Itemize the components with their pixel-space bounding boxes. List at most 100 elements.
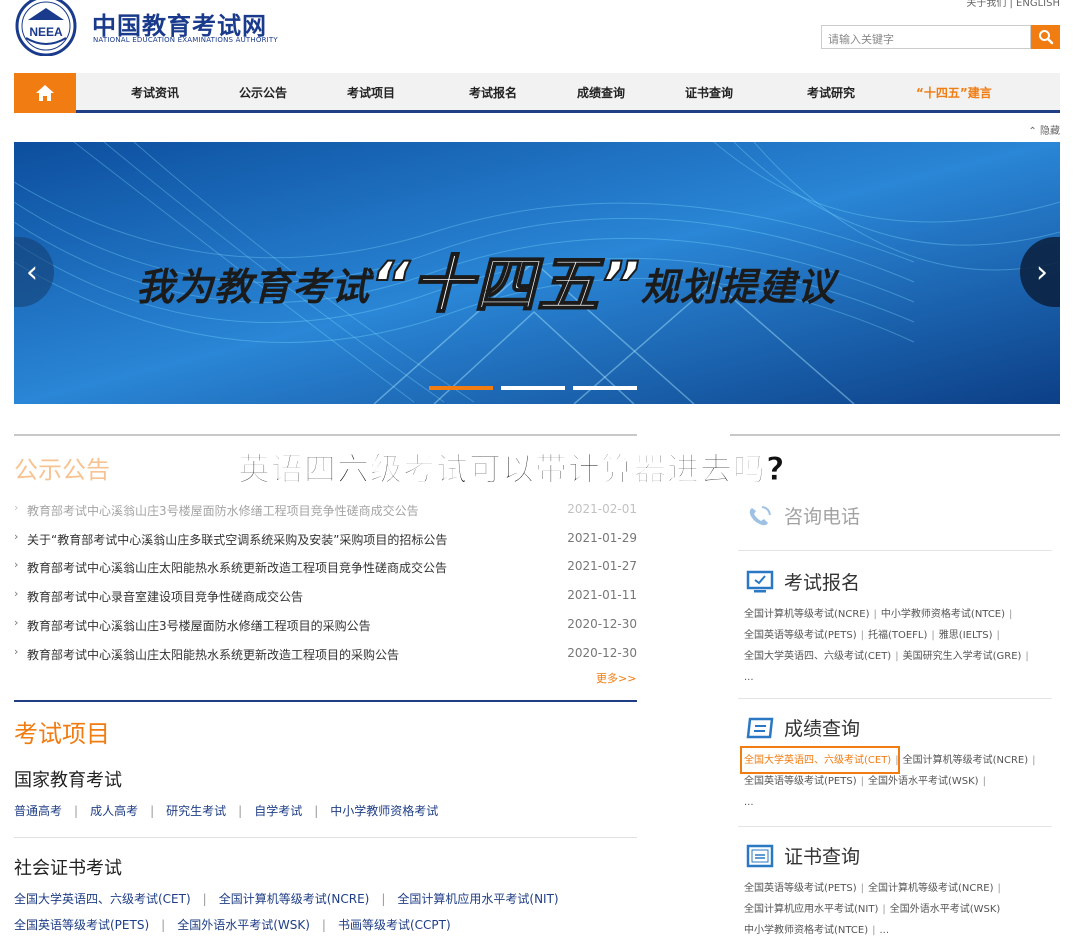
- cert-link-wsk[interactable]: 全国外语水平考试(WSK): [890, 904, 1001, 915]
- link-ccpt[interactable]: 书画等级考试(CCPT): [338, 918, 451, 932]
- cert-ellipsis[interactable]: ...: [879, 925, 889, 936]
- score-ellipsis[interactable]: ...: [744, 792, 1054, 813]
- score-link-cet[interactable]: 全国大学英语四、六级考试(CET): [744, 755, 891, 766]
- nav-item-notices[interactable]: 公示公告: [239, 73, 287, 113]
- reg-link-gre[interactable]: 美国研究生入学考试(GRE): [903, 651, 1022, 662]
- chevron-right-icon: ›: [1036, 254, 1048, 290]
- register-section-title[interactable]: 考试报名: [746, 568, 860, 595]
- link-ncre[interactable]: 全国计算机等级考试(NCRE): [219, 892, 370, 906]
- social-exams-links-row1: 全国大学英语四、六级考试(CET) | 全国计算机等级考试(NCRE) | 全国计算机应…: [14, 892, 559, 906]
- banner-text-after: 规划提建议: [640, 265, 836, 309]
- cert-link-ncre[interactable]: 全国计算机等级考试(NCRE): [868, 883, 994, 894]
- score-title: 成绩查询: [784, 718, 861, 740]
- link-teacher-cert-exam[interactable]: 中小学教师资格考试: [330, 804, 438, 818]
- hide-banner-toggle[interactable]: ⌃ 隐藏: [1028, 122, 1060, 137]
- cert-section-title[interactable]: 证书查询: [746, 842, 860, 869]
- notice-date: 2020-12-30: [567, 617, 637, 631]
- chevron-up-icon: ⌃: [1028, 126, 1037, 137]
- reg-link-pets[interactable]: 全国英语等级考试(PETS): [744, 630, 857, 641]
- right-divider: [738, 550, 1052, 551]
- nav-item-exam-projects[interactable]: 考试项目: [347, 73, 395, 113]
- overlay-question-heading: 英语四六级考试可以带计算器进去吗?: [238, 450, 786, 489]
- reg-link-ntce[interactable]: 中小学教师资格考试(NTCE): [881, 609, 1005, 620]
- nav-home-button[interactable]: [14, 73, 76, 113]
- notices-more-link[interactable]: 更多>>: [596, 670, 636, 686]
- banner-text-big: “十四五”: [369, 247, 641, 322]
- phone-title: 咨询电话: [784, 506, 861, 528]
- cert-links: 全国英语等级考试(PETS) | 全国计算机等级考试(NCRE) | 全国计算机应用水…: [744, 883, 1001, 936]
- document-icon: [746, 717, 774, 738]
- link-nit[interactable]: 全国计算机应用水平考试(NIT): [397, 892, 558, 906]
- banner-dot-3[interactable]: [573, 386, 637, 390]
- nav-item-exam-research[interactable]: 考试研究: [807, 73, 855, 113]
- link-pets[interactable]: 全国英语等级考试(PETS): [14, 918, 149, 932]
- social-exams-links-row2: 全国英语等级考试(PETS) | 全国外语水平考试(WSK) | 书画等级考试(CCPT…: [14, 918, 451, 932]
- exams-title[interactable]: 考试项目: [14, 714, 110, 749]
- chevron-right-icon: ›: [14, 501, 19, 514]
- monitor-icon: [746, 570, 774, 592]
- notice-item[interactable]: › 教育部考试中心录音室建设项目竞争性磋商成交公告 2021-01-11: [14, 586, 637, 606]
- link-adult-exam[interactable]: 成人高考: [90, 804, 138, 818]
- nav-item-registration[interactable]: 考试报名: [469, 73, 517, 113]
- link-wsk[interactable]: 全国外语水平考试(WSK): [177, 918, 310, 932]
- banner-dot-2[interactable]: [501, 386, 565, 390]
- reg-ellipsis[interactable]: ...: [744, 667, 1054, 688]
- exams-sub-divider: [14, 837, 637, 838]
- cert-link-ntce[interactable]: 中小学教师资格考试(NTCE): [744, 925, 868, 936]
- cert-link-pets[interactable]: 全国英语等级考试(PETS): [744, 883, 857, 894]
- notice-text[interactable]: 教育部考试中心溪翁山庄太阳能热水系统更新改造工程项目的采购公告: [27, 646, 399, 663]
- notice-date: 2021-02-01: [567, 502, 637, 516]
- reg-link-cet[interactable]: 全国大学英语四、六级考试(CET): [744, 651, 891, 662]
- link-postgrad-exam[interactable]: 研究生考试: [166, 804, 226, 818]
- notice-text[interactable]: 教育部考试中心录音室建设项目竞争性磋商成交公告: [27, 588, 303, 605]
- reg-link-ncre[interactable]: 全国计算机等级考试(NCRE): [744, 609, 870, 620]
- notice-item[interactable]: › 教育部考试中心溪翁山庄太阳能热水系统更新改造工程项目竞争性磋商成交公告 20…: [14, 557, 637, 577]
- score-links: 全国大学英语四、六级考试(CET) | 全国计算机等级考试(NCRE) | 全国英语等…: [744, 750, 1054, 813]
- notice-date: 2020-12-30: [567, 646, 637, 660]
- hero-banner[interactable]: 我为教育考试“十四五”规划提建议 ‹ ›: [14, 142, 1060, 404]
- reg-link-toefl[interactable]: 托福(TOEFL): [868, 630, 927, 641]
- neea-emblem-icon[interactable]: NEEA: [14, 0, 78, 56]
- notice-item[interactable]: › 教育部考试中心溪翁山庄3号楼屋面防水修缮工程项目的采购公告 2020-12-…: [14, 615, 637, 635]
- score-link-pets[interactable]: 全国英语等级考试(PETS): [744, 776, 857, 787]
- right-top-divider: [730, 434, 1060, 436]
- emblem-text: NEEA: [29, 25, 63, 39]
- notice-item[interactable]: › 教育部考试中心溪翁山庄太阳能热水系统更新改造工程项目的采购公告 2020-1…: [14, 644, 637, 664]
- score-link-ncre[interactable]: 全国计算机等级考试(NCRE): [903, 755, 1029, 766]
- chevron-right-icon: ›: [14, 616, 19, 629]
- nav-item-score-query[interactable]: 成绩查询: [577, 73, 625, 113]
- score-link-wsk[interactable]: 全国外语水平考试(WSK): [868, 776, 979, 787]
- link-self-study-exam[interactable]: 自学考试: [254, 804, 302, 818]
- banner-dot-1[interactable]: [429, 386, 493, 390]
- nav-item-exam-news[interactable]: 考试资讯: [131, 73, 179, 113]
- notice-date: 2021-01-29: [567, 531, 637, 545]
- search-input[interactable]: 请输入关键字: [821, 25, 1031, 49]
- social-exams-title: 社会证书考试: [14, 858, 122, 879]
- home-icon: [36, 85, 54, 101]
- notice-item[interactable]: › 教育部考试中心溪翁山庄3号楼屋面防水修缮工程项目竞争性磋商成交公告 2021…: [14, 500, 637, 520]
- phone-section-title[interactable]: 咨询电话: [746, 502, 860, 529]
- notice-text[interactable]: 教育部考试中心溪翁山庄太阳能热水系统更新改造工程项目竞争性磋商成交公告: [27, 559, 447, 576]
- chevron-right-icon: ›: [14, 645, 19, 658]
- cert-title: 证书查询: [784, 846, 861, 868]
- notice-text[interactable]: 教育部考试中心溪翁山庄3号楼屋面防水修缮工程项目竞争性磋商成交公告: [27, 502, 419, 519]
- score-section-title[interactable]: 成绩查询: [746, 714, 860, 741]
- right-divider: [738, 826, 1052, 827]
- chevron-right-icon: ›: [14, 587, 19, 600]
- top-links[interactable]: 关于我们 | ENGLISH: [966, 0, 1060, 9]
- cert-link-nit[interactable]: 全国计算机应用水平考试(NIT): [744, 904, 878, 915]
- site-subtitle-en: NATIONAL EDUCATION EXAMINATIONS AUTHORIT…: [93, 36, 278, 44]
- nav-item-14th-five-year[interactable]: “十四五”建言: [916, 73, 992, 113]
- reg-link-ielts[interactable]: 雅思(IELTS): [939, 630, 993, 641]
- notice-date: 2021-01-27: [567, 559, 637, 573]
- right-divider: [738, 698, 1052, 699]
- link-cet[interactable]: 全国大学英语四、六级考试(CET): [14, 892, 191, 906]
- notices-title[interactable]: 公示公告: [14, 450, 110, 485]
- link-gaokao[interactable]: 普通高考: [14, 804, 62, 818]
- search-button[interactable]: [1031, 25, 1060, 49]
- notice-item[interactable]: › 关于“教育部考试中心溪翁山庄多联式空调系统采购及安装”采购项目的招标公告 2…: [14, 529, 637, 549]
- notice-text[interactable]: 关于“教育部考试中心溪翁山庄多联式空调系统采购及安装”采购项目的招标公告: [27, 531, 447, 548]
- chevron-right-icon: ›: [14, 558, 19, 571]
- nav-item-cert-query[interactable]: 证书查询: [685, 73, 733, 113]
- notice-text[interactable]: 教育部考试中心溪翁山庄3号楼屋面防水修缮工程项目的采购公告: [27, 617, 371, 634]
